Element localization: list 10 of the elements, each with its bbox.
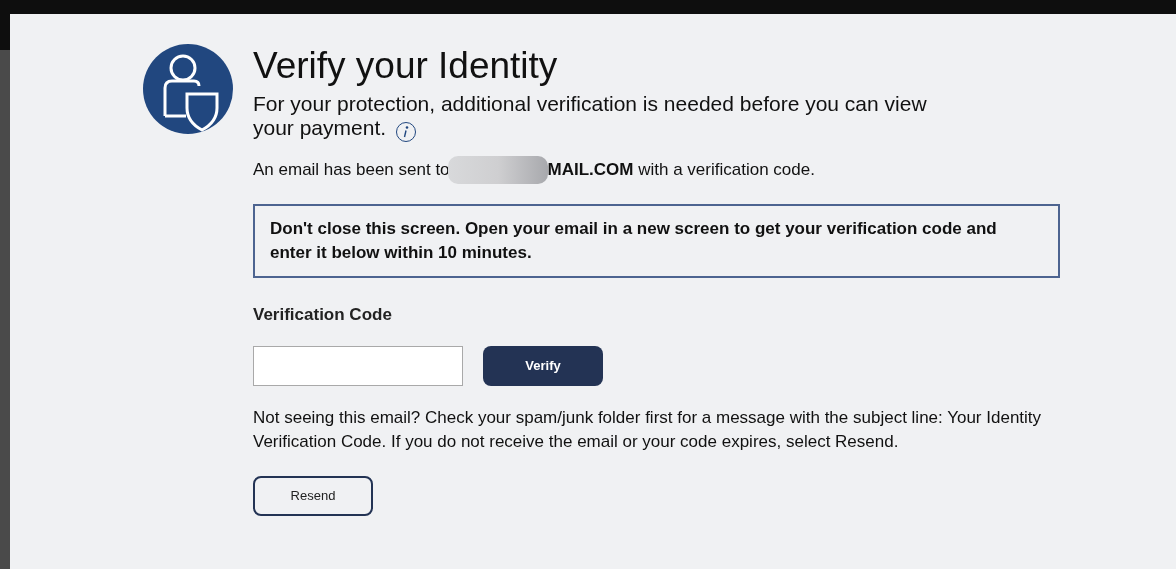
verification-code-field[interactable] xyxy=(253,345,463,386)
user-shield-icon xyxy=(143,44,233,134)
verify-button[interactable]: Verify xyxy=(483,345,603,386)
email-notice-text: MAIL.COM with a verification code. xyxy=(547,159,815,182)
resend-button[interactable]: Resend xyxy=(253,475,373,516)
page-title: Verify your Identity xyxy=(253,44,559,88)
warning-text: Don't close this screen. Open your email in a new screen to get your verification code and enter it below within 10 minutes. xyxy=(270,218,998,264)
help-text: Not seeing this email? Check your spam/junk folder first for a message with the subject line: Your Identity Verification Code. If you do not receive the email or your code expires, select Resend. xyxy=(253,406,1043,453)
field-label: Verification Code xyxy=(253,304,393,326)
subtitle-text: For your protection, additional verification is needed before you can view your payment. xyxy=(253,92,953,142)
